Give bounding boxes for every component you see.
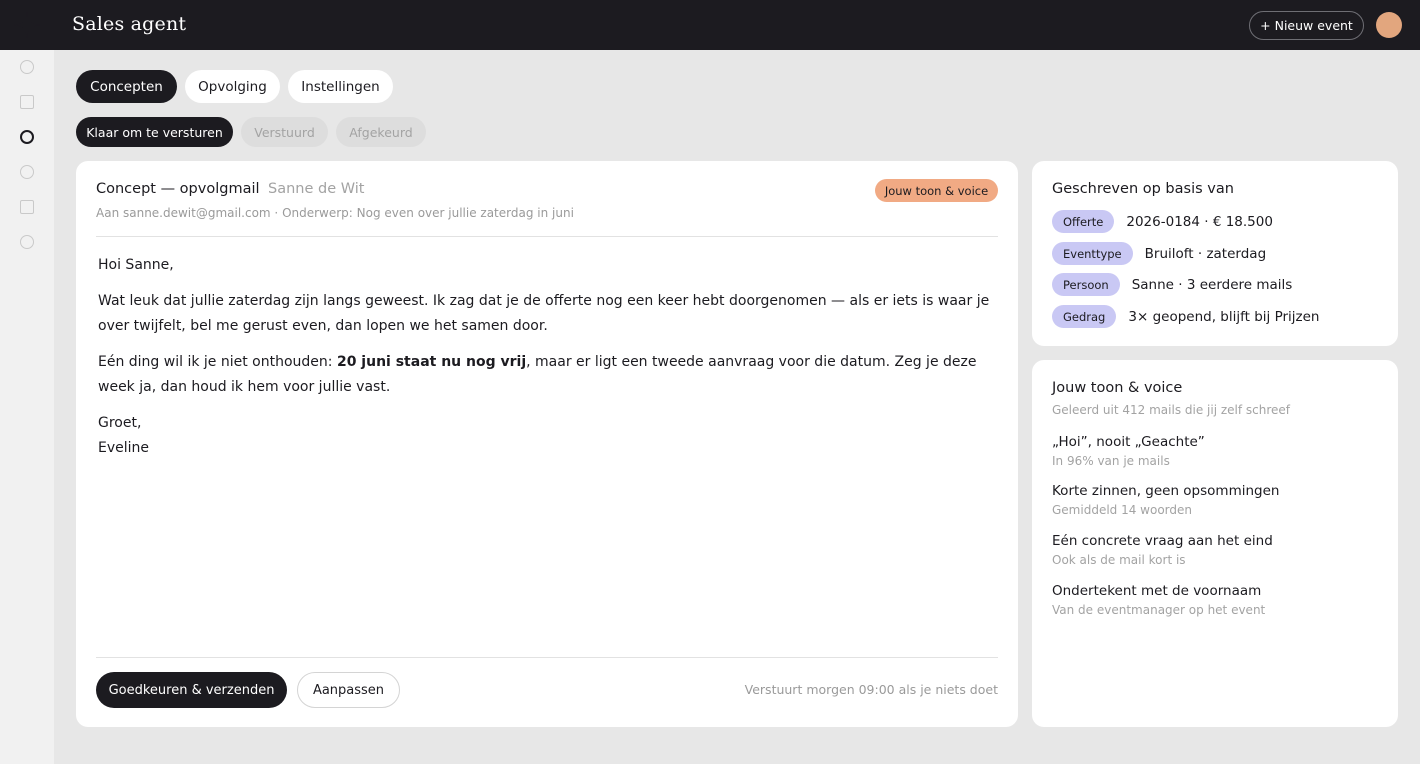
trait-sub: Gemiddeld 14 woorden bbox=[1052, 503, 1192, 517]
logo[interactable] bbox=[0, 0, 54, 50]
mail-paragraph: Wat leuk dat jullie zaterdag zijn langs … bbox=[98, 293, 990, 334]
voice-subtitle: Geleerd uit 412 mails die jij zelf schre… bbox=[1052, 403, 1291, 417]
nav-square-icon[interactable] bbox=[20, 200, 34, 214]
adjust-button[interactable]: Aanpassen bbox=[297, 672, 400, 708]
source-tag: Gedrag bbox=[1052, 305, 1117, 328]
voice-title: Jouw toon & voice bbox=[1052, 380, 1183, 396]
avatar[interactable] bbox=[1376, 12, 1402, 38]
trait-title: Eén concrete vraag aan het eind bbox=[1052, 533, 1273, 549]
new-event-button[interactable]: + Nieuw event bbox=[1249, 11, 1364, 40]
tab-instellingen[interactable]: Instellingen bbox=[288, 70, 393, 103]
approve-send-button[interactable]: Goedkeuren & verzenden bbox=[96, 672, 287, 708]
app-title: Sales agent bbox=[72, 13, 187, 35]
send-schedule-note: Verstuurt morgen 09:00 als je niets doet bbox=[744, 682, 998, 697]
source-tag: Eventtype bbox=[1052, 242, 1133, 265]
trait-sub: In 96% van je mails bbox=[1052, 454, 1170, 468]
based-on-card: Geschreven op basis van Offerte 2026-018… bbox=[1032, 161, 1398, 346]
source-value: Bruiloft · zaterdag bbox=[1144, 245, 1267, 262]
nav-circle-icon[interactable] bbox=[20, 60, 34, 74]
source-value: 3× geopend, blijft bij Prijzen bbox=[1128, 308, 1320, 325]
source-tag: Offerte bbox=[1052, 210, 1115, 233]
filter-klaar-om-te-versturen[interactable]: Klaar om te versturen bbox=[76, 117, 233, 147]
tab-opvolging[interactable]: Opvolging bbox=[185, 70, 280, 103]
voice-card: Jouw toon & voice Geleerd uit 412 mails … bbox=[1032, 360, 1398, 727]
nav-circle-icon[interactable] bbox=[20, 235, 34, 249]
source-tag: Persoon bbox=[1052, 273, 1120, 296]
voice-trait: Ondertekent met de voornaam Van de event… bbox=[1052, 583, 1265, 618]
mail-signature: Eveline bbox=[98, 440, 150, 456]
trait-sub: Van de eventmanager op het event bbox=[1052, 603, 1266, 617]
mail-text: Eén ding wil ik je niet onthouden: bbox=[98, 354, 337, 370]
top-bar: Sales agent + Nieuw event bbox=[54, 0, 1420, 50]
tab-concepten[interactable]: Concepten bbox=[76, 70, 177, 103]
nav-active-circle-icon[interactable] bbox=[20, 130, 34, 144]
mail-greeting: Hoi Sanne, bbox=[98, 257, 174, 273]
trait-title: „Hoi”, nooit „Geachte” bbox=[1052, 434, 1205, 450]
source-value: 2026-0184 · € 18.500 bbox=[1126, 213, 1273, 230]
draft-card: Concept — opvolgmail Sanne de Wit Jouw t… bbox=[76, 161, 1018, 727]
voice-trait: Korte zinnen, geen opsommingen Gemiddeld… bbox=[1052, 483, 1279, 518]
nav-circle-icon[interactable] bbox=[20, 165, 34, 179]
mail-paragraph: Eén ding wil ik je niet onthouden: 20 ju… bbox=[98, 350, 998, 400]
trait-title: Korte zinnen, geen opsommingen bbox=[1052, 483, 1280, 499]
source-value: Sanne · 3 eerdere mails bbox=[1131, 276, 1293, 293]
voice-badge[interactable]: Jouw toon & voice bbox=[875, 179, 998, 202]
voice-trait: „Hoi”, nooit „Geachte” In 96% van je mai… bbox=[1052, 434, 1205, 469]
filter-afgekeurd[interactable]: Afgekeurd bbox=[336, 117, 426, 147]
filter-verstuurd[interactable]: Verstuurd bbox=[241, 117, 328, 147]
mail-body[interactable]: Hoi Sanne, Wat leuk dat jullie zaterdag … bbox=[98, 253, 998, 461]
trait-sub: Ook als de mail kort is bbox=[1052, 553, 1186, 567]
voice-trait: Eén concrete vraag aan het eind Ook als … bbox=[1052, 533, 1273, 568]
mail-closing: Groet, bbox=[98, 415, 142, 431]
nav-square-icon[interactable] bbox=[20, 95, 34, 109]
source-row: Offerte 2026-0184 · € 18.500 bbox=[1052, 210, 1273, 233]
mail-highlight: 20 juni staat nu nog vrij bbox=[336, 354, 527, 370]
trait-title: Ondertekent met de voornaam bbox=[1052, 583, 1262, 599]
source-row: Eventtype Bruiloft · zaterdag bbox=[1052, 242, 1266, 265]
source-row: Gedrag 3× geopend, blijft bij Prijzen bbox=[1052, 305, 1319, 328]
mail-meta: Aan sanne.dewit@gmail.com · Onderwerp: N… bbox=[96, 206, 574, 220]
based-on-title: Geschreven op basis van bbox=[1052, 181, 1234, 197]
source-row: Persoon Sanne · 3 eerdere mails bbox=[1052, 273, 1292, 296]
sparkle-icon bbox=[14, 12, 40, 38]
recipient-name: Sanne de Wit bbox=[268, 181, 365, 197]
draft-title: Concept — opvolgmail bbox=[96, 181, 260, 197]
left-rail bbox=[0, 0, 54, 764]
divider bbox=[96, 236, 998, 237]
divider bbox=[96, 657, 998, 658]
